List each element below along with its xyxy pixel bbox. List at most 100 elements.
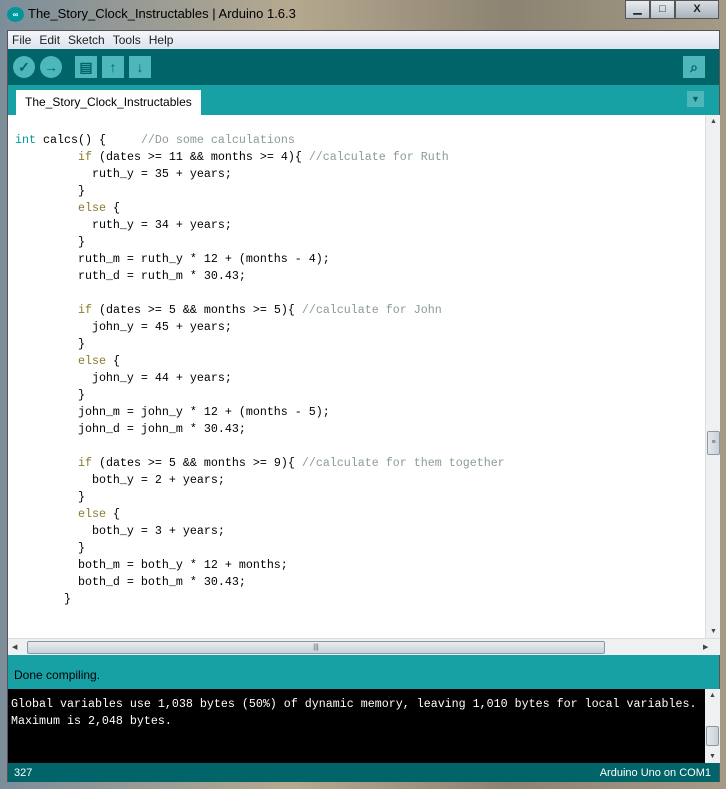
- code-token: john_m = john_y * 12 + (months - 5);: [15, 405, 330, 419]
- code-token: ruth_y = 35 + years;: [15, 167, 232, 181]
- editor-scroll-thumb[interactable]: ≡: [707, 431, 720, 455]
- code-token-k-kw: else: [77, 201, 106, 215]
- code-line: }: [15, 336, 505, 353]
- code-line: if (dates >= 5 && months >= 5){ //calcul…: [15, 302, 505, 319]
- code-token: john_y = 45 + years;: [15, 320, 232, 334]
- code-line: john_y = 44 + years;: [15, 370, 505, 387]
- code-token: (dates >= 5 && months >= 5){: [91, 303, 302, 317]
- code-token-k-kw: else: [77, 507, 106, 521]
- console-scroll-down-icon[interactable]: ▼: [709, 753, 716, 760]
- scroll-down-icon[interactable]: ▼: [710, 628, 717, 635]
- code-token-k-type: int: [15, 133, 36, 147]
- serial-monitor-button[interactable]: ⌕: [683, 56, 705, 78]
- close-button[interactable]: X: [675, 0, 719, 19]
- code-token: both_y = 3 + years;: [15, 524, 225, 538]
- code-line: both_y = 3 + years;: [15, 523, 505, 540]
- arduino-window: File Edit Sketch Tools Help ✓ → ▤ ↑ ↓ ⌕ …: [7, 30, 720, 782]
- window-title: The_Story_Clock_Instructables | Arduino …: [28, 6, 296, 21]
- horizontal-scroll-thumb[interactable]: |||: [27, 641, 605, 654]
- open-button[interactable]: ↑: [102, 56, 124, 78]
- code-token-k-kw: else: [77, 354, 106, 368]
- new-button[interactable]: ▤: [75, 56, 97, 78]
- code-token: {: [105, 201, 120, 215]
- code-token: calcs() {: [36, 133, 141, 147]
- code-line: else {: [15, 200, 505, 217]
- menu-edit[interactable]: Edit: [35, 31, 64, 49]
- minimize-button[interactable]: ▁: [625, 0, 650, 19]
- code-line: else {: [15, 506, 505, 523]
- console-output: Global variables use 1,038 bytes (50%) o…: [8, 689, 705, 763]
- status-message: Done compiling.: [14, 668, 101, 682]
- editor-horizontal-scrollbar[interactable]: ◀ ||| ▶: [8, 638, 720, 655]
- code-token: ruth_y = 34 + years;: [15, 218, 232, 232]
- code-editor[interactable]: int calcs() { //Do some calculations if …: [8, 115, 705, 638]
- board-port: Arduino Uno on COM1: [599, 767, 711, 779]
- menu-tools[interactable]: Tools: [109, 31, 145, 49]
- code-token-k-com: //calculate for Ruth: [308, 150, 449, 164]
- status-bar: Done compiling.: [8, 655, 719, 689]
- menu-bar: File Edit Sketch Tools Help: [8, 31, 719, 49]
- code-line: both_d = both_m * 30.43;: [15, 574, 505, 591]
- arduino-logo-icon: ∞: [7, 7, 24, 22]
- code-token: }: [15, 490, 85, 504]
- code-line: john_y = 45 + years;: [15, 319, 505, 336]
- code-token: {: [105, 354, 120, 368]
- toolbar: ✓ → ▤ ↑ ↓ ⌕: [8, 49, 719, 85]
- code-line: john_d = john_m * 30.43;: [15, 421, 505, 438]
- code-line: int calcs() { //Do some calculations: [15, 132, 505, 149]
- scroll-right-icon[interactable]: ▶: [703, 643, 708, 651]
- code-text[interactable]: int calcs() { //Do some calculations if …: [15, 132, 505, 608]
- code-line: else {: [15, 353, 505, 370]
- code-line: ruth_d = ruth_m * 30.43;: [15, 268, 505, 285]
- code-token-k-com: //Do some calculations: [140, 133, 295, 147]
- menu-help[interactable]: Help: [145, 31, 178, 49]
- code-token: }: [15, 235, 85, 249]
- code-token: }: [15, 541, 85, 555]
- scroll-left-icon[interactable]: ◀: [12, 643, 17, 651]
- save-button[interactable]: ↓: [129, 56, 151, 78]
- code-line: }: [15, 540, 505, 557]
- code-line: ruth_m = ruth_y * 12 + (months - 4);: [15, 251, 505, 268]
- code-token: ruth_m = ruth_y * 12 + (months - 4);: [15, 252, 330, 266]
- scroll-up-icon[interactable]: ▲: [710, 118, 717, 125]
- code-token-k-kw: if: [77, 456, 92, 470]
- console-scrollbar[interactable]: ▲ ▼: [705, 689, 720, 763]
- menu-file[interactable]: File: [8, 31, 35, 49]
- code-token-k-com: //calculate for John: [301, 303, 442, 317]
- tab-sketch[interactable]: The_Story_Clock_Instructables: [16, 90, 201, 115]
- code-token: }: [15, 184, 85, 198]
- code-line: both_y = 2 + years;: [15, 472, 505, 489]
- editor-vertical-scrollbar[interactable]: ▲ ≡ ▼: [705, 115, 720, 638]
- title-bar: ∞ The_Story_Clock_Instructables | Arduin…: [0, 0, 726, 30]
- code-token: }: [15, 388, 85, 402]
- code-line: ruth_y = 34 + years;: [15, 217, 505, 234]
- code-token-k-kw: if: [77, 150, 92, 164]
- tab-menu-chevron-down-icon[interactable]: ▼: [687, 91, 704, 107]
- console-scroll-thumb[interactable]: [706, 726, 719, 746]
- line-number: 327: [14, 767, 33, 779]
- verify-button[interactable]: ✓: [13, 56, 35, 78]
- code-token: both_y = 2 + years;: [15, 473, 225, 487]
- code-line: }: [15, 234, 505, 251]
- code-token: both_d = both_m * 30.43;: [15, 575, 246, 589]
- upload-button[interactable]: →: [40, 56, 62, 78]
- code-line: }: [15, 489, 505, 506]
- code-token-k-com: //calculate for them together: [301, 456, 505, 470]
- code-line: if (dates >= 5 && months >= 9){ //calcul…: [15, 455, 505, 472]
- code-line: }: [15, 591, 505, 608]
- code-token: (dates >= 11 && months >= 4){: [91, 150, 309, 164]
- code-token: {: [105, 507, 120, 521]
- footer-bar: 327 Arduino Uno on COM1: [8, 763, 719, 782]
- menu-sketch[interactable]: Sketch: [64, 31, 109, 49]
- console-scroll-up-icon[interactable]: ▲: [709, 692, 716, 699]
- maximize-button[interactable]: □: [650, 0, 675, 19]
- code-token: john_d = john_m * 30.43;: [15, 422, 246, 436]
- tab-strip: The_Story_Clock_Instructables ▼: [8, 85, 719, 115]
